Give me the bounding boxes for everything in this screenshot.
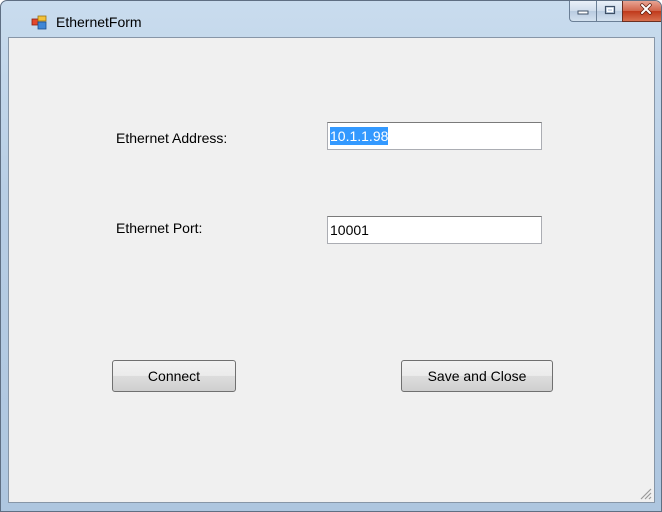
resize-grip-icon[interactable]	[638, 486, 652, 500]
window-title: EthernetForm	[56, 14, 142, 30]
save-and-close-button[interactable]: Save and Close	[401, 360, 553, 392]
connect-button[interactable]: Connect	[112, 360, 236, 392]
window-controls	[569, 1, 661, 23]
ethernet-form-window: EthernetForm Ethernet Address: 10.1.1.98…	[0, 0, 662, 512]
form-client-area: Ethernet Address: 10.1.1.98 Ethernet Por…	[8, 37, 655, 503]
app-window-icon	[31, 15, 47, 31]
ethernet-port-label: Ethernet Port:	[116, 220, 203, 236]
close-button[interactable]	[622, 1, 661, 22]
close-icon	[639, 2, 653, 20]
title-bar[interactable]: EthernetForm	[1, 1, 661, 37]
ethernet-address-value: 10.1.1.98	[330, 127, 389, 145]
minimize-icon	[577, 2, 589, 20]
ethernet-address-input[interactable]: 10.1.1.98	[327, 122, 542, 150]
maximize-icon	[604, 2, 616, 20]
minimize-button[interactable]	[569, 1, 596, 22]
ethernet-address-label: Ethernet Address:	[116, 130, 228, 146]
maximize-button[interactable]	[596, 1, 622, 22]
ethernet-port-input[interactable]: 10001	[327, 216, 542, 244]
